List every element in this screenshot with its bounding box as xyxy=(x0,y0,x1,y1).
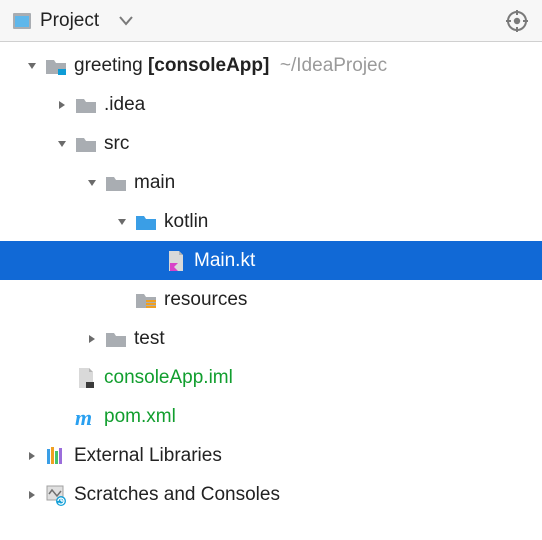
tree-node-label: test xyxy=(134,328,165,350)
tree-node-label: main xyxy=(134,172,175,194)
project-pane-icon xyxy=(12,11,32,31)
tree-node-external-libraries[interactable]: External Libraries xyxy=(0,436,542,475)
tree-node-label: kotlin xyxy=(164,211,208,233)
panel-dropdown-icon[interactable] xyxy=(119,10,133,32)
maven-file-icon: m xyxy=(74,405,98,429)
tree-node-idea[interactable]: .idea xyxy=(0,85,542,124)
libraries-icon xyxy=(44,444,68,468)
svg-text:m: m xyxy=(75,405,92,429)
tree-node-label: External Libraries xyxy=(74,445,222,467)
select-opened-file-icon[interactable] xyxy=(506,10,528,32)
project-tree[interactable]: greeting [consoleApp] ~/IdeaProjec .idea… xyxy=(0,42,542,514)
kotlin-file-icon xyxy=(164,249,188,273)
chevron-down-icon[interactable] xyxy=(110,216,134,228)
tree-node-label: consoleApp.iml xyxy=(104,367,233,389)
chevron-right-icon[interactable] xyxy=(50,99,74,111)
chevron-right-icon[interactable] xyxy=(20,450,44,462)
tree-node-scratches[interactable]: Scratches and Consoles xyxy=(0,475,542,514)
resources-folder-icon xyxy=(134,288,158,312)
folder-icon xyxy=(74,132,98,156)
folder-icon xyxy=(104,327,128,351)
tree-node-label: Main.kt xyxy=(194,250,255,272)
tree-node-label: resources xyxy=(164,289,247,311)
folder-icon xyxy=(74,93,98,117)
chevron-right-icon[interactable] xyxy=(20,489,44,501)
tree-node-resources[interactable]: resources xyxy=(0,280,542,319)
folder-icon xyxy=(104,171,128,195)
tree-node-src[interactable]: src xyxy=(0,124,542,163)
panel-header: Project xyxy=(0,0,542,42)
tree-node-label: pom.xml xyxy=(104,406,176,428)
tree-node-test[interactable]: test xyxy=(0,319,542,358)
panel-title[interactable]: Project xyxy=(40,10,99,32)
tree-node-pom[interactable]: m pom.xml xyxy=(0,397,542,436)
tree-node-root[interactable]: greeting [consoleApp] ~/IdeaProjec xyxy=(0,46,542,85)
tree-node-kotlin[interactable]: kotlin xyxy=(0,202,542,241)
tree-node-iml[interactable]: consoleApp.iml xyxy=(0,358,542,397)
iml-file-icon xyxy=(74,366,98,390)
tree-node-label: src xyxy=(104,133,129,155)
scratches-icon xyxy=(44,483,68,507)
chevron-down-icon[interactable] xyxy=(20,60,44,72)
chevron-right-icon[interactable] xyxy=(80,333,104,345)
source-folder-icon xyxy=(134,210,158,234)
chevron-down-icon[interactable] xyxy=(80,177,104,189)
tree-node-mainkt[interactable]: Main.kt xyxy=(0,241,542,280)
chevron-down-icon[interactable] xyxy=(50,138,74,150)
tree-node-label: Scratches and Consoles xyxy=(74,484,280,506)
tree-node-label: greeting [consoleApp] ~/IdeaProjec xyxy=(74,55,387,77)
module-folder-icon xyxy=(44,54,68,78)
tree-node-main[interactable]: main xyxy=(0,163,542,202)
tree-node-label: .idea xyxy=(104,94,145,116)
